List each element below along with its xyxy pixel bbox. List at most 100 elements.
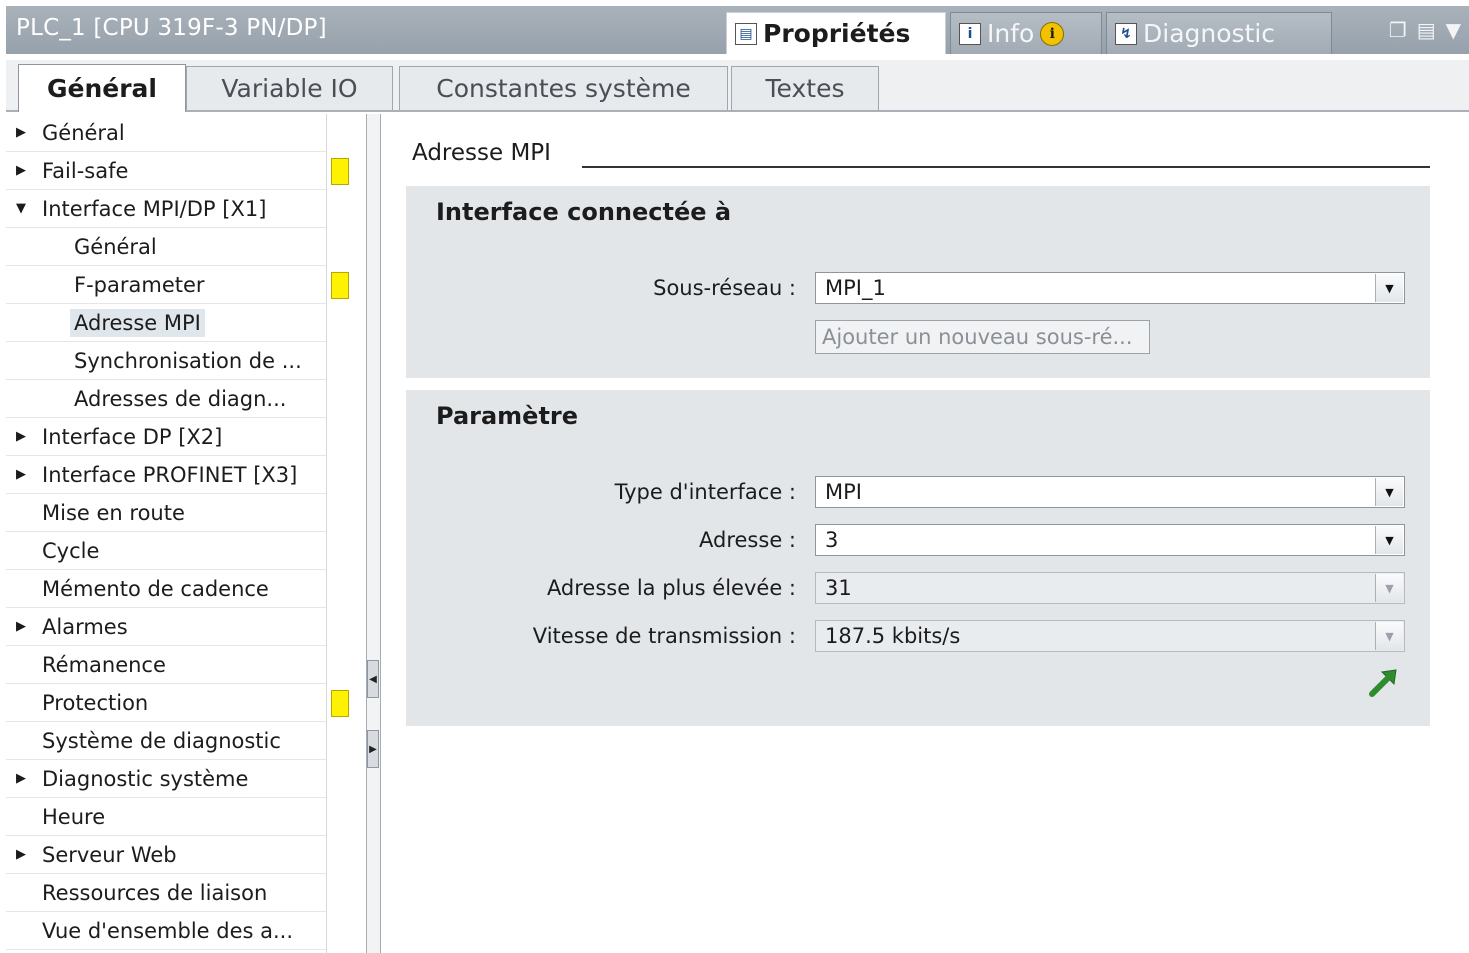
transmission-speed-label: Vitesse de transmission :: [532, 624, 796, 648]
subtab-variable-io[interactable]: Variable IO: [186, 66, 393, 110]
tree-item-label: Fail-safe: [42, 158, 129, 183]
tree-item-clock-memory[interactable]: Mémento de cadence: [6, 570, 326, 608]
tree-item-mpi-general[interactable]: Général: [6, 228, 326, 266]
subnet-label: Sous-réseau :: [653, 276, 796, 300]
highest-address-label: Adresse la plus élevée :: [546, 576, 796, 600]
interface-type-dropdown[interactable]: MPI ▼: [815, 476, 1405, 508]
expand-arrow-icon[interactable]: ▶: [16, 619, 30, 634]
tree-item-label: Système de diagnostic: [42, 728, 281, 753]
tree-item-time[interactable]: Heure: [6, 798, 326, 836]
subtab-system-constants[interactable]: Constantes système: [399, 66, 728, 110]
tree-item-label: Ressources de liaison: [42, 880, 268, 905]
diagnostic-icon: ↯: [1115, 22, 1137, 45]
tree-item-diagnostic-addresses[interactable]: Adresses de diagn...: [6, 380, 326, 418]
add-subnet-button[interactable]: Ajouter un nouveau sous-ré...: [815, 320, 1150, 354]
collapse-arrow-icon[interactable]: ▼: [16, 201, 30, 216]
expand-arrow-icon[interactable]: ▶: [16, 125, 30, 140]
restore-icon[interactable]: ❐: [1389, 18, 1407, 42]
tree-item-label: Interface DP [X2]: [42, 424, 223, 449]
dropdown-arrow-icon: ▼: [1375, 574, 1403, 602]
list-view-icon[interactable]: ▤: [1417, 18, 1436, 42]
tree-item-interface-dp[interactable]: ▶ Interface DP [X2]: [6, 418, 326, 456]
tree-item-label: Interface PROFINET [X3]: [42, 462, 298, 487]
interface-type-label: Type d'interface :: [614, 480, 796, 504]
tab-diagnostic[interactable]: ↯ Diagnostic: [1106, 12, 1332, 54]
tab-info[interactable]: i Info i: [950, 12, 1102, 54]
tree-item-f-parameter[interactable]: F-parameter: [6, 266, 326, 304]
tree-item-fail-safe[interactable]: ▶ Fail-safe: [6, 152, 326, 190]
section-title: Adresse MPI: [412, 140, 551, 166]
tree-item-label: Mise en route: [42, 500, 185, 525]
dropdown-arrow-icon[interactable]: ▼: [1375, 478, 1403, 506]
tree-item-label: Synchronisation de ...: [74, 348, 302, 373]
address-value: 3: [825, 528, 839, 552]
tree-item-label: Alarmes: [42, 614, 128, 639]
tree-item-label: Mémento de cadence: [42, 576, 269, 601]
expand-arrow-icon[interactable]: ▶: [16, 847, 30, 862]
tree-item-startup[interactable]: Mise en route: [6, 494, 326, 532]
tree-item-label: Rémanence: [42, 652, 166, 677]
tree-item-label: Général: [74, 234, 157, 259]
tree-item-label: F-parameter: [74, 272, 205, 297]
section-divider: [582, 166, 1430, 168]
go-to-arrow-icon[interactable]: [1368, 666, 1400, 698]
tree-item-label: Protection: [42, 690, 149, 715]
tree-item-web-server[interactable]: ▶ Serveur Web: [6, 836, 326, 874]
expand-arrow-icon[interactable]: ▶: [16, 163, 30, 178]
tree-item-protection[interactable]: Protection: [6, 684, 326, 722]
tab-properties[interactable]: ▤ Propriétés: [726, 12, 946, 54]
tree-item-mpi-address[interactable]: Adresse MPI: [6, 304, 326, 342]
tree-item-interface-mpi-dp[interactable]: ▼ Interface MPI/DP [X1]: [6, 190, 326, 228]
chevron-down-icon[interactable]: ▼: [1446, 18, 1461, 42]
navigation-tree: ▶ Général ▶ Fail-safe ▼ Interface MPI/DP…: [6, 114, 328, 953]
subnet-dropdown[interactable]: MPI_1 ▼: [815, 272, 1405, 304]
tree-item-system-diagnostics[interactable]: ▶ Diagnostic système: [6, 760, 326, 798]
tree-item-label: Cycle: [42, 538, 100, 563]
tree-item-general[interactable]: ▶ Général: [6, 114, 326, 152]
tree-item-retentivity[interactable]: Rémanence: [6, 646, 326, 684]
highest-address-dropdown: 31 ▼: [815, 572, 1405, 604]
tree-item-label: Serveur Web: [42, 842, 177, 867]
expand-right-icon[interactable]: ▶: [367, 730, 379, 768]
tree-item-diagnostic-system[interactable]: Système de diagnostic: [6, 722, 326, 760]
tree-item-label: Adresse MPI: [70, 308, 205, 337]
subtab-general[interactable]: Général: [18, 64, 186, 112]
dropdown-arrow-icon[interactable]: ▼: [1375, 526, 1403, 554]
tree-item-interface-profinet[interactable]: ▶ Interface PROFINET [X3]: [6, 456, 326, 494]
subnet-value: MPI_1: [825, 276, 886, 300]
subtab-texts[interactable]: Textes: [731, 66, 879, 110]
address-dropdown[interactable]: 3 ▼: [815, 524, 1405, 556]
parameter-group-title: Paramètre: [436, 402, 579, 430]
tree-item-connection-resources[interactable]: Ressources de liaison: [6, 874, 326, 912]
tab-info-label: Info: [987, 19, 1035, 48]
window-title: PLC_1 [CPU 319F-3 PN/DP]: [16, 15, 327, 41]
tree-divider: [326, 114, 327, 953]
address-label: Adresse :: [699, 528, 796, 552]
panel-splitter[interactable]: ◀ ▶: [366, 114, 381, 953]
expand-arrow-icon[interactable]: ▶: [16, 467, 30, 482]
interface-group-title: Interface connectée à: [436, 198, 732, 226]
tree-item-label: Diagnostic système: [42, 766, 249, 791]
expand-arrow-icon[interactable]: ▶: [16, 771, 30, 786]
tree-item-overview[interactable]: Vue d'ensemble des a...: [6, 912, 326, 950]
tree-item-synchronisation[interactable]: Synchronisation de ...: [6, 342, 326, 380]
transmission-speed-dropdown: 187.5 kbits/s ▼: [815, 620, 1405, 652]
collapse-left-icon[interactable]: ◀: [367, 660, 379, 698]
tab-properties-label: Propriétés: [763, 19, 911, 48]
tab-diagnostic-label: Diagnostic: [1143, 19, 1276, 48]
tree-item-label: Heure: [42, 804, 106, 829]
properties-icon: ▤: [735, 22, 757, 45]
info-badge-icon: i: [1040, 21, 1065, 46]
inspector-title-bar: PLC_1 [CPU 319F-3 PN/DP] ▤ Propriétés i …: [6, 6, 1469, 54]
expand-arrow-icon[interactable]: ▶: [16, 429, 30, 444]
tree-item-label: Général: [42, 120, 125, 145]
tree-item-alarms[interactable]: ▶ Alarmes: [6, 608, 326, 646]
dropdown-arrow-icon: ▼: [1375, 622, 1403, 650]
tree-item-cycle[interactable]: Cycle: [6, 532, 326, 570]
highest-address-value: 31: [825, 576, 852, 600]
f-parameter-marker: [331, 272, 349, 299]
secondary-tab-bar: Général Variable IO Constantes système T…: [6, 60, 1469, 112]
dropdown-arrow-icon[interactable]: ▼: [1375, 274, 1403, 302]
info-icon: i: [959, 22, 981, 45]
window-controls: ❐ ▤ ▼: [1389, 18, 1461, 42]
